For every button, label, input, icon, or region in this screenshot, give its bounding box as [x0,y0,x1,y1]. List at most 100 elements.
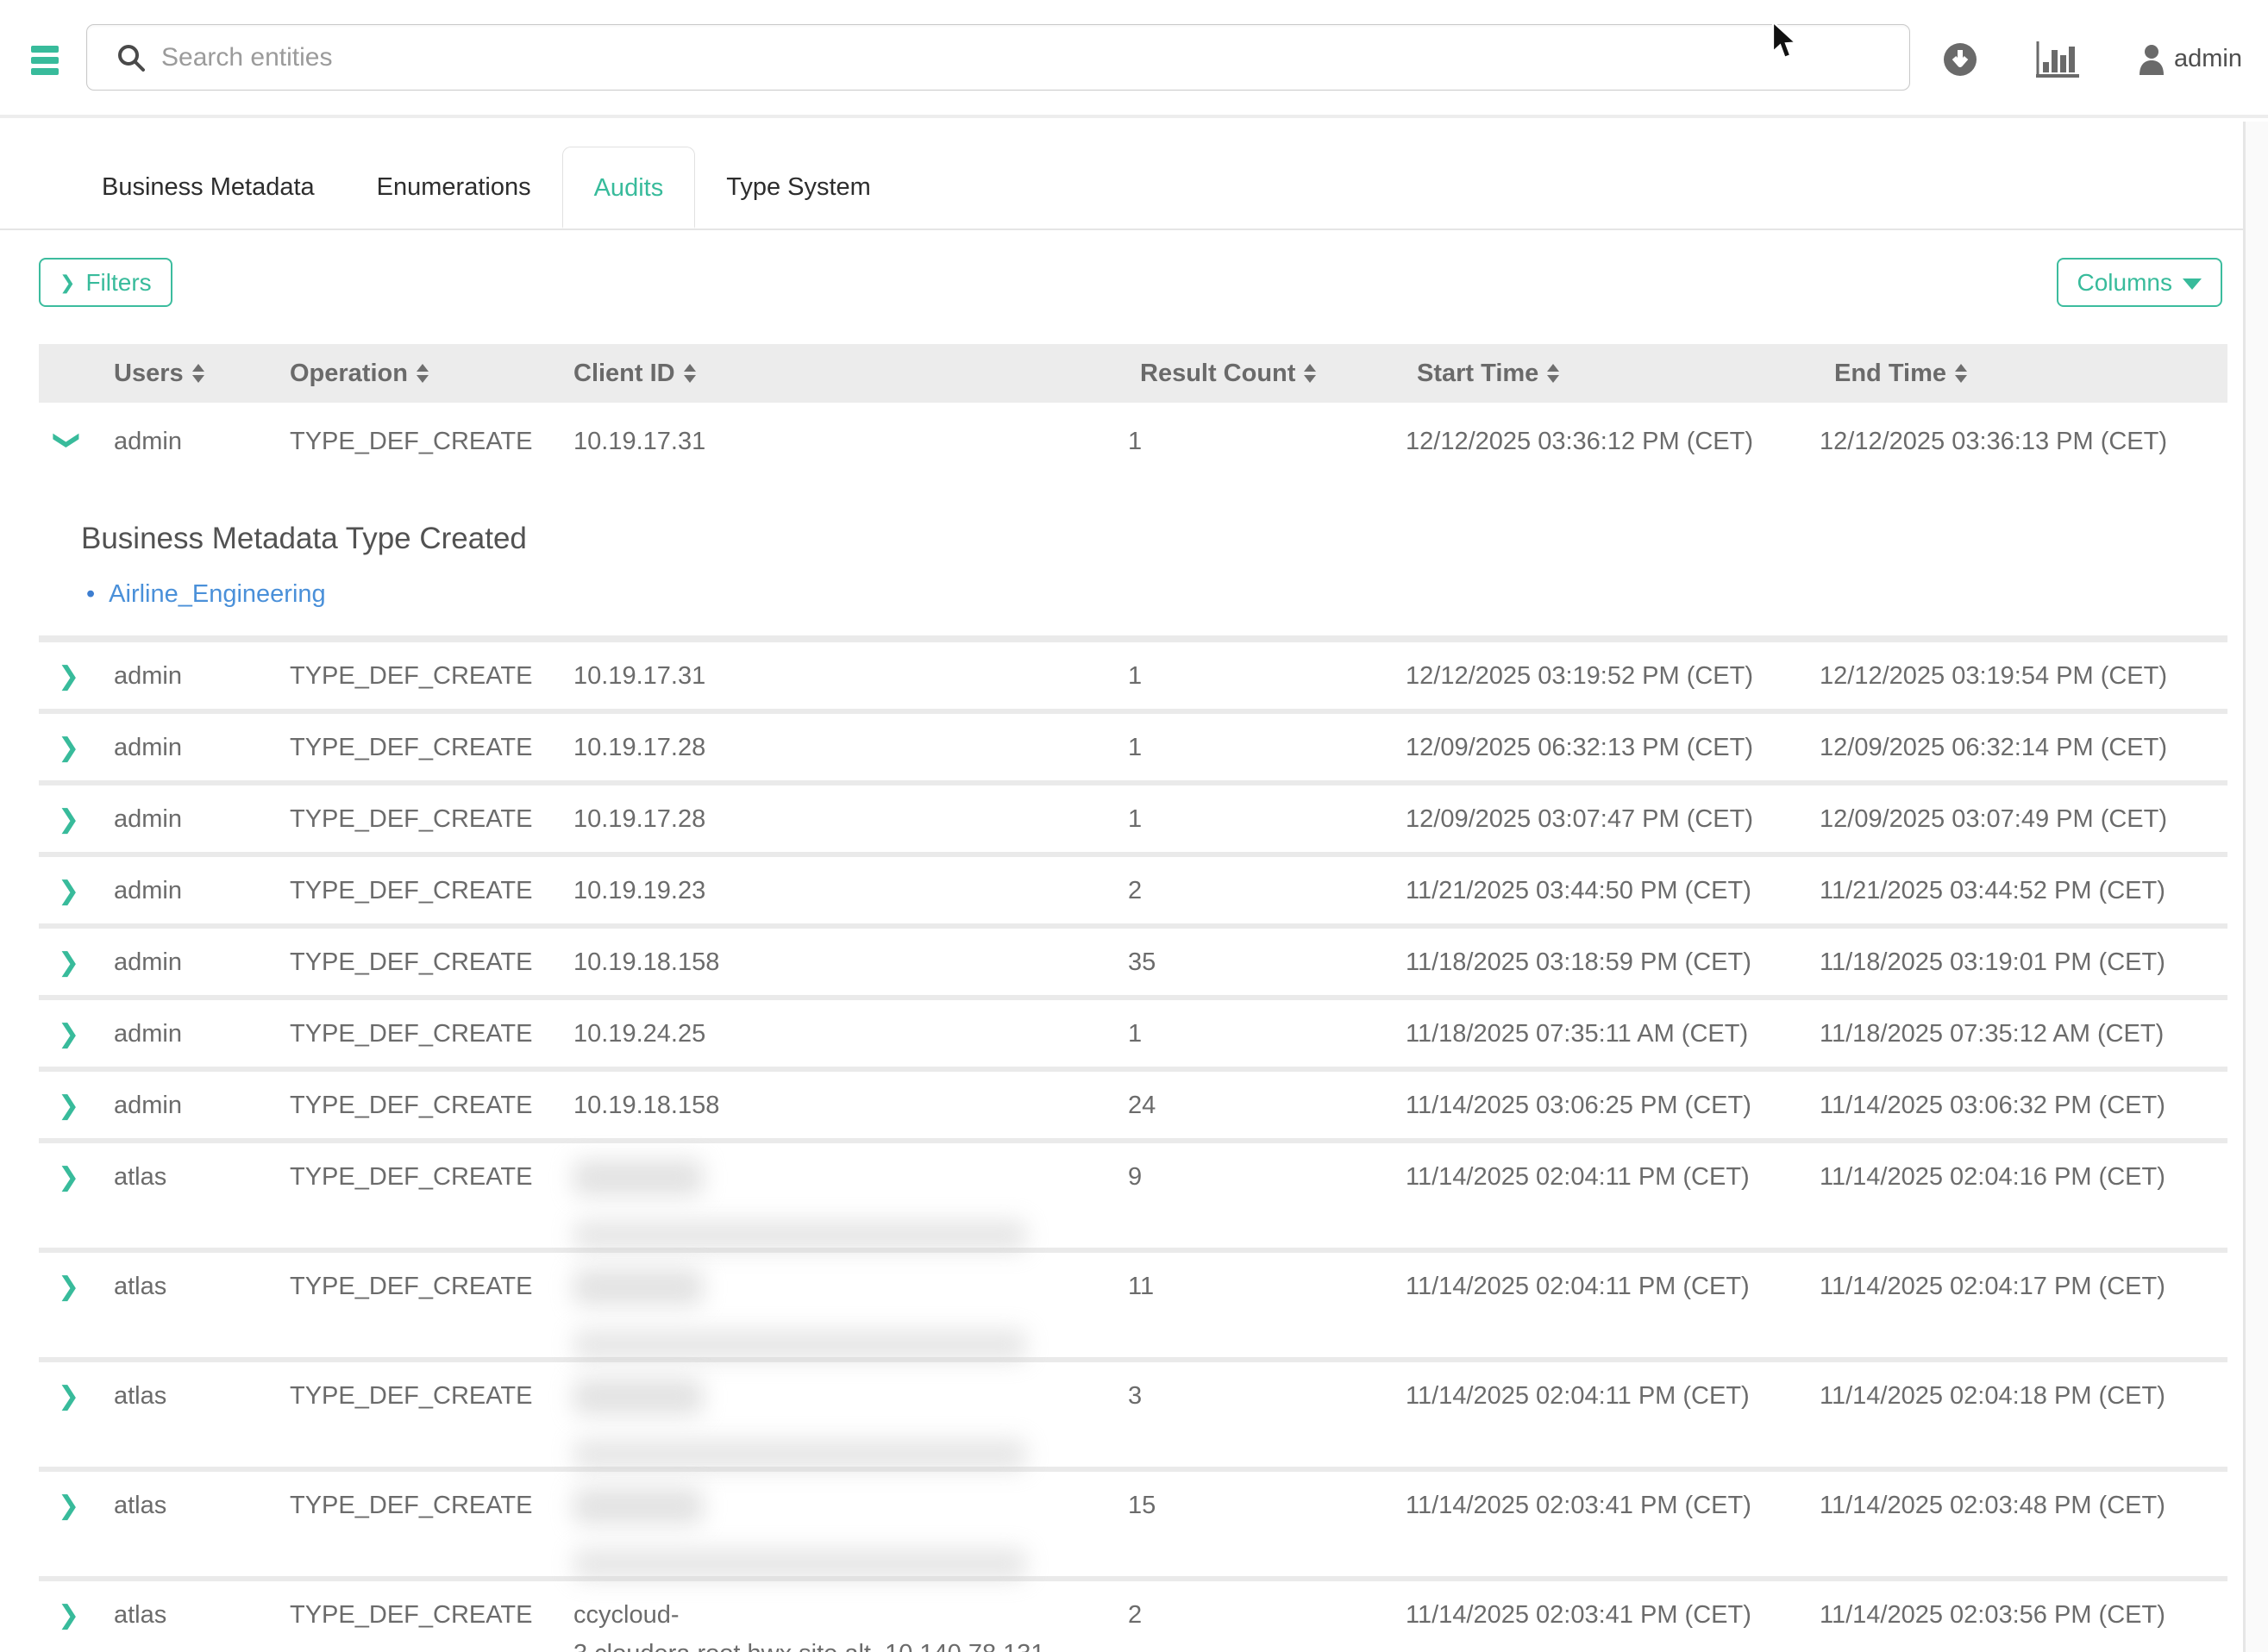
topbar: admin [0,0,2268,118]
cell-end-time: 11/21/2025 03:44:52 PM (CET) [1811,857,2227,923]
expand-row-control[interactable]: ❯ [39,857,103,923]
cell-result-count: 15 [1121,1472,1397,1580]
expand-row-control[interactable]: ❯ [39,1253,103,1361]
expand-row-control[interactable]: ❯ [39,785,103,852]
table-row[interactable]: ❯atlasTYPE_DEF_CREATE1111/14/2025 02:04:… [39,1253,2227,1362]
cell-user: atlas [103,1253,280,1361]
expand-row-control[interactable]: ❯ [39,1472,103,1580]
column-header-client-id[interactable]: Client ID [565,360,1121,388]
expand-row-control[interactable]: ❯ [39,1000,103,1067]
chevron-right-icon: ❯ [58,1019,79,1049]
audit-table-header: UsersOperationClient IDResult Count Start… [39,344,2227,403]
cell-start-time: 11/14/2025 03:06:25 PM (CET) [1397,1072,1811,1138]
detail-link-airline_engineering[interactable]: Airline_Engineering [109,580,326,608]
tab-enumerations[interactable]: Enumerations [346,147,562,228]
audit-detail-title: Business Metadata Type Created [81,522,2227,556]
sort-icon[interactable] [1547,364,1559,383]
table-row[interactable]: ❯adminTYPE_DEF_CREATE10.19.18.1582411/14… [39,1072,2227,1143]
expand-row-control[interactable]: ❯ [39,1143,103,1251]
cell-client-id [565,1143,1121,1251]
redacted-client-id [573,1488,1121,1580]
client-id-text: 10.19.18.158 [573,1092,1121,1120]
chevron-down-icon: ❯ [52,429,82,451]
table-row[interactable]: ❯atlasTYPE_DEF_CREATE311/14/2025 02:04:1… [39,1362,2227,1472]
cell-start-time: 11/14/2025 02:04:11 PM (CET) [1397,1253,1811,1361]
column-header-result-count[interactable]: Result Count [1121,360,1397,388]
cell-client-id: 10.19.17.31 [565,642,1121,709]
cell-client-id: 10.19.24.25 [565,1000,1121,1067]
caret-down-icon [2183,278,2202,290]
cell-result-count: 2 [1121,857,1397,923]
expand-row-control[interactable]: ❯ [39,714,103,780]
cell-client-id: 10.19.18.158 [565,1072,1121,1138]
cell-user: atlas [103,1143,280,1251]
cell-start-time: 12/12/2025 03:36:12 PM (CET) [1397,408,1811,479]
cell-user: admin [103,785,280,852]
audit-detail-list: Airline_Engineering [81,580,2227,609]
sort-icon[interactable] [684,364,696,383]
cell-result-count: 1 [1121,408,1397,479]
cell-operation: TYPE_DEF_CREATE [280,408,565,479]
user-menu[interactable]: admin [2138,44,2242,75]
search-icon [116,43,146,72]
expand-row-control[interactable]: ❯ [39,1581,103,1652]
sort-icon[interactable] [192,364,204,383]
column-header-start-time[interactable]: Start Time [1397,360,1811,388]
sort-icon[interactable] [1304,364,1316,383]
cell-start-time: 11/14/2025 02:03:41 PM (CET) [1397,1581,1811,1652]
table-row[interactable]: ❯atlasTYPE_DEF_CREATE1511/14/2025 02:03:… [39,1472,2227,1581]
menu-icon[interactable] [31,46,59,79]
statistics-icon[interactable] [2036,41,2079,78]
column-header-users[interactable]: Users [103,360,280,388]
tab-type-system[interactable]: Type System [695,147,902,228]
table-row[interactable]: ❯adminTYPE_DEF_CREATE10.19.17.28112/09/2… [39,785,2227,857]
table-row[interactable]: ❯atlasTYPE_DEF_CREATEccycloud-3.cloudera… [39,1581,2227,1643]
redacted-client-id [573,1379,1121,1470]
expand-row-control[interactable]: ❯ [39,929,103,995]
expand-row-control[interactable]: ❯ [39,1362,103,1470]
chevron-right-icon: ❯ [58,1600,79,1630]
expand-row-control[interactable]: ❯ [39,1072,103,1138]
cell-start-time: 11/18/2025 07:35:11 AM (CET) [1397,1000,1811,1067]
columns-button[interactable]: Columns [2057,258,2222,307]
table-row[interactable]: ❯adminTYPE_DEF_CREATE10.19.17.31112/12/2… [39,642,2227,714]
expand-row-control[interactable]: ❯ [39,642,103,709]
table-row[interactable]: ❯adminTYPE_DEF_CREATE10.19.17.31112/12/2… [39,408,2227,479]
search-input[interactable] [161,32,1909,84]
client-id-text: 10.19.24.25 [573,1020,1121,1048]
audit-table-body: ❯adminTYPE_DEF_CREATE10.19.17.31112/12/2… [39,408,2227,1643]
cell-end-time: 12/12/2025 03:36:13 PM (CET) [1811,408,2227,479]
table-row[interactable]: ❯adminTYPE_DEF_CREATE10.19.17.28112/09/2… [39,714,2227,785]
tab-business-metadata[interactable]: Business Metadata [71,147,346,228]
table-row[interactable]: ❯atlasTYPE_DEF_CREATE911/14/2025 02:04:1… [39,1143,2227,1253]
audit-table: UsersOperationClient IDResult Count Start… [39,344,2227,1643]
search-box [86,24,1910,91]
scroll-gutter[interactable] [2246,122,2268,1652]
sort-icon[interactable] [1955,364,1967,383]
column-header-label: Start Time [1417,360,1538,388]
sort-icon[interactable] [417,364,429,383]
cell-start-time: 11/14/2025 02:03:41 PM (CET) [1397,1472,1811,1580]
column-header-end-time[interactable]: End Time [1811,360,2227,388]
cell-operation: TYPE_DEF_CREATE [280,857,565,923]
chevron-right-icon: ❯ [58,1381,79,1411]
filters-button[interactable]: ❯ Filters [39,258,172,307]
cell-result-count: 24 [1121,1072,1397,1138]
table-row[interactable]: ❯adminTYPE_DEF_CREATE10.19.18.1583511/18… [39,929,2227,1000]
table-row[interactable]: ❯adminTYPE_DEF_CREATE10.19.24.25111/18/2… [39,1000,2227,1072]
cell-result-count: 9 [1121,1143,1397,1251]
collapse-row-control[interactable]: ❯ [39,408,103,479]
download-icon[interactable] [1943,42,1977,77]
cell-user: admin [103,408,280,479]
table-row[interactable]: ❯adminTYPE_DEF_CREATE10.19.19.23211/21/2… [39,857,2227,929]
cell-start-time: 11/14/2025 02:04:11 PM (CET) [1397,1362,1811,1470]
cell-operation: TYPE_DEF_CREATE [280,1000,565,1067]
cell-end-time: 12/12/2025 03:19:54 PM (CET) [1811,642,2227,709]
tab-audits[interactable]: Audits [562,147,696,228]
chevron-right-icon: ❯ [58,1491,79,1521]
cell-operation: TYPE_DEF_CREATE [280,785,565,852]
column-header-operation[interactable]: Operation [280,360,565,388]
client-id-text: 10.19.18.158 [573,948,1121,977]
cell-client-id [565,1472,1121,1580]
client-id-text: 10.19.19.23 [573,877,1121,905]
